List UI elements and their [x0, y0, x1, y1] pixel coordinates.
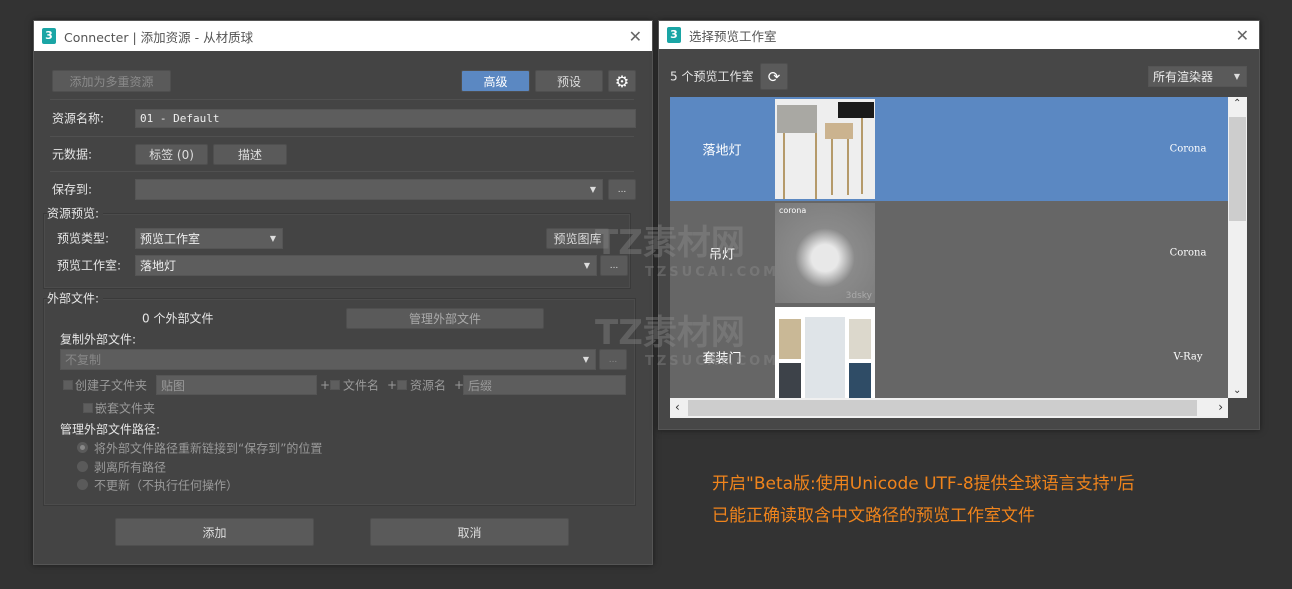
preview-studio-browse-button[interactable]: ...: [600, 255, 628, 276]
studio-name: 落地灯: [702, 143, 742, 159]
renderer-filter-dropdown[interactable]: 所有渲染器 ▼: [1148, 66, 1247, 87]
studio-name: 吊灯: [708, 247, 735, 263]
refresh-button[interactable]: ⟳: [760, 63, 788, 90]
chevron-down-icon: ▼: [583, 261, 590, 270]
list-item[interactable]: 套装门 V-Ray: [670, 305, 1228, 398]
asset-preview-group-label: 资源预览:: [47, 204, 104, 222]
caption-line-2: 已能正确读取含中文路径的预览工作室文件: [712, 506, 1035, 526]
filename-checkbox[interactable]: [330, 380, 340, 390]
renderer-name: Corona: [1169, 247, 1207, 259]
copy-external-browse-button[interactable]: ...: [599, 349, 627, 370]
list-item[interactable]: 吊灯 corona 3dsky Corona: [670, 201, 1228, 305]
corona-logo: corona: [779, 206, 807, 215]
asset-preview-group: [43, 213, 631, 289]
renderer-name: Corona: [1169, 143, 1207, 155]
copy-external-files-label: 复制外部文件:: [60, 332, 137, 347]
suffix-input[interactable]: 后缀: [463, 375, 626, 395]
pendant-lamp-thumbnail: corona 3dsky: [775, 203, 875, 303]
asset-name-label: 资源名称:: [52, 111, 105, 126]
3dsmax-app-icon: 3: [42, 28, 56, 44]
preview-type-dropdown[interactable]: 预览工作室 ▼: [135, 228, 283, 249]
renderer-name: V-Ray: [1173, 351, 1203, 363]
create-subfolder-checkbox[interactable]: [63, 380, 73, 390]
studio-list[interactable]: 落地灯 Corona 吊灯 corona 3dsky Corona 套装门 V-…: [670, 97, 1228, 398]
plus-sign: +: [320, 378, 331, 392]
preview-studio-dropdown[interactable]: 落地灯 ▼: [135, 255, 597, 276]
preview-studio-label: 预览工作室:: [57, 258, 122, 273]
dialog-title: 选择预览工作室: [689, 28, 777, 44]
copy-external-files-dropdown[interactable]: 不复制 ▼: [60, 349, 596, 370]
divider: [50, 99, 634, 100]
title-bar: 3 Connecter | 添加资源 - 从材质球 ✕: [34, 21, 652, 51]
strip-paths-radio[interactable]: [77, 461, 88, 472]
save-to-browse-button[interactable]: ...: [608, 179, 636, 200]
preview-gallery-button[interactable]: 预览图库: [546, 228, 609, 249]
asset-name-option-label: 资源名: [410, 378, 447, 393]
divider: [50, 171, 634, 172]
external-files-group-label: 外部文件:: [47, 289, 104, 307]
add-button[interactable]: 添加: [115, 518, 314, 546]
vertical-scrollbar[interactable]: ⌃ ⌄: [1228, 97, 1247, 398]
asset-name-input[interactable]: 01 - Default: [135, 109, 636, 128]
close-icon[interactable]: ✕: [629, 27, 642, 46]
chevron-up-icon[interactable]: ⌃: [1233, 98, 1241, 109]
no-update-label: 不更新（不执行任何操作）: [94, 478, 239, 493]
3dsmax-app-icon: 3: [667, 27, 681, 43]
add-asset-dialog: 3 Connecter | 添加资源 - 从材质球 ✕ 添加为多重资源 高级 预…: [33, 20, 653, 565]
create-subfolder-label: 创建子文件夹: [75, 378, 148, 393]
floor-lamp-thumbnail: [775, 99, 875, 199]
chevron-down-icon: ▼: [589, 185, 596, 194]
divider: [50, 136, 634, 137]
external-file-count: 0 个外部文件: [142, 311, 214, 326]
3dsky-logo: 3dsky: [845, 291, 872, 301]
renderer-filter-value: 所有渲染器: [1153, 70, 1214, 84]
preview-type-value: 预览工作室: [140, 232, 201, 246]
copy-external-value: 不复制: [65, 353, 102, 367]
preview-studio-value: 落地灯: [140, 259, 177, 273]
list-item[interactable]: 落地灯 Corona: [670, 97, 1228, 201]
relink-paths-label: 将外部文件路径重新链接到“保存到”的位置: [94, 441, 323, 456]
chevron-right-icon[interactable]: ›: [1218, 400, 1223, 414]
save-to-dropdown[interactable]: ▼: [135, 179, 603, 200]
settings-button[interactable]: ⚙: [608, 70, 636, 92]
manage-external-files-button[interactable]: 管理外部文件: [346, 308, 544, 329]
title-bar: 3 选择预览工作室 ✕: [659, 21, 1259, 49]
scrollbar-thumb[interactable]: [1229, 117, 1246, 221]
scrollbar-thumb[interactable]: [688, 400, 1197, 416]
chevron-down-icon: ▼: [269, 234, 276, 243]
metadata-label: 元数据:: [52, 147, 93, 162]
preset-tab-button[interactable]: 预设: [535, 70, 603, 92]
gear-icon: ⚙: [614, 71, 630, 91]
door-set-thumbnail: [775, 307, 875, 398]
nested-folder-label: 嵌套文件夹: [95, 401, 156, 416]
advanced-tab-button[interactable]: 高级: [461, 70, 530, 92]
manage-paths-label: 管理外部文件路径:: [60, 422, 161, 437]
studio-name: 套装门: [702, 351, 742, 367]
caption-line-1: 开启"Beta版:使用Unicode UTF-8提供全球语言支持"后: [712, 474, 1135, 494]
describe-button[interactable]: 描述: [213, 144, 287, 165]
cancel-button[interactable]: 取消: [370, 518, 569, 546]
chevron-down-icon[interactable]: ⌄: [1233, 385, 1241, 396]
chevron-down-icon: ▼: [1233, 72, 1240, 81]
subfolder-input[interactable]: 贴图: [156, 375, 317, 395]
select-preview-studio-dialog: 3 选择预览工作室 ✕ 5 个预览工作室 ⟳ 所有渲染器 ▼ 落地灯 Corona…: [658, 20, 1260, 430]
add-as-multi-asset-button[interactable]: 添加为多重资源: [52, 70, 171, 92]
chevron-left-icon[interactable]: ‹: [675, 400, 680, 414]
refresh-icon: ⟳: [767, 67, 781, 86]
horizontal-scrollbar[interactable]: ‹ ›: [670, 398, 1228, 418]
save-to-label: 保存到:: [52, 182, 93, 197]
relink-paths-radio[interactable]: [77, 442, 88, 453]
no-update-radio[interactable]: [77, 479, 88, 490]
filename-label: 文件名: [343, 378, 380, 393]
strip-paths-label: 剥离所有路径: [94, 460, 167, 475]
asset-name-checkbox[interactable]: [397, 380, 407, 390]
plus-sign: +: [387, 378, 398, 392]
chevron-down-icon: ▼: [582, 355, 589, 364]
tags-button[interactable]: 标签 (0): [135, 144, 208, 165]
nested-folder-checkbox[interactable]: [83, 403, 93, 413]
dialog-title: Connecter | 添加资源 - 从材质球: [64, 29, 254, 45]
close-icon[interactable]: ✕: [1236, 26, 1249, 45]
preview-type-label: 预览类型:: [57, 231, 110, 246]
studio-count: 5 个预览工作室: [670, 69, 754, 84]
